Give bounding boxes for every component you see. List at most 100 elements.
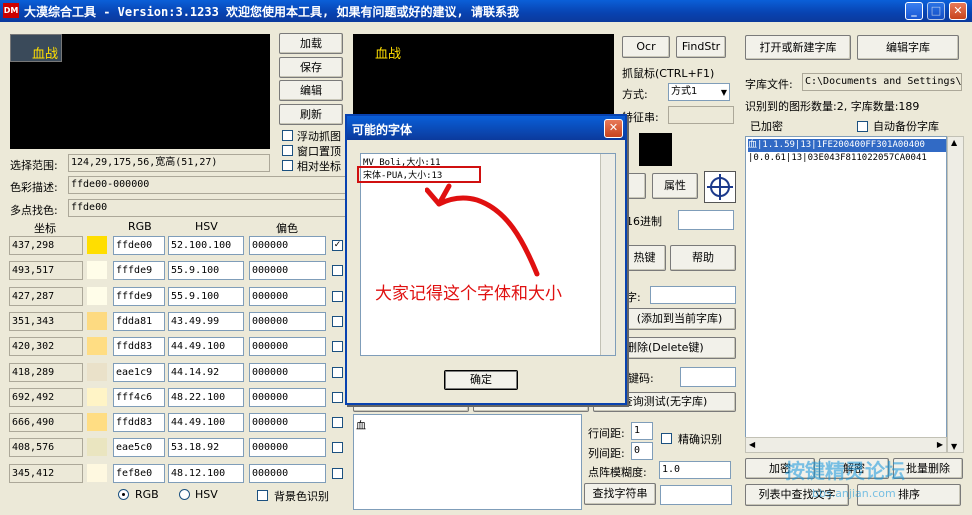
offset-cell[interactable]: 000000 <box>249 463 326 483</box>
edit-lib-button[interactable]: 编辑字库 <box>857 35 959 60</box>
list-item[interactable]: 血|1.1.59|13|1FE200400FF301A00400 <box>748 139 946 152</box>
offset-cell[interactable]: 000000 <box>249 311 326 331</box>
chevron-down-icon: ▼ <box>720 88 727 97</box>
hsv-cell[interactable]: 48.12.100 <box>168 463 244 483</box>
find-string-button[interactable]: 查找字符串 <box>584 483 656 505</box>
topmost-checkbox[interactable] <box>282 145 293 156</box>
char-label: 字: <box>626 291 641 304</box>
hsv-radio-label: HSV <box>195 488 218 501</box>
row-checkbox[interactable] <box>332 442 343 454</box>
feature-field <box>668 106 734 124</box>
hotkey-button[interactable]: 热键 <box>623 245 666 271</box>
rgb-cell[interactable]: fef8e0 <box>113 463 165 483</box>
char-field[interactable] <box>650 286 736 304</box>
rgb-cell[interactable]: fff4c6 <box>113 387 165 407</box>
minimize-button[interactable]: _ <box>905 2 923 20</box>
row-checkbox[interactable] <box>332 315 343 327</box>
relative-coords-label: 相对坐标 <box>297 160 341 173</box>
fuzzy-field[interactable]: 1.0 <box>659 461 731 479</box>
ok-button[interactable]: 确定 <box>444 370 518 390</box>
offset-cell[interactable]: 000000 <box>249 387 326 407</box>
range-field: 124,29,175,56,宽高(51,27) <box>68 154 270 172</box>
offset-cell[interactable]: 000000 <box>249 337 326 357</box>
hsv-radio[interactable] <box>179 489 190 500</box>
mode-select[interactable]: 方式1 ▼ <box>668 83 730 101</box>
hsv-cell[interactable]: 44.14.92 <box>168 362 244 382</box>
ocr-button[interactable]: Ocr <box>622 36 670 58</box>
offset-cell[interactable]: 000000 <box>249 438 326 458</box>
coord-cell: 418,289 <box>9 362 83 382</box>
hsv-cell[interactable]: 52.100.100 <box>168 236 244 255</box>
offset-cell[interactable]: 000000 <box>249 286 326 306</box>
row-checkbox[interactable] <box>332 391 343 403</box>
add-to-lib-button[interactable]: (添加到当前字库) <box>623 308 736 330</box>
rgb-cell[interactable]: eae1c9 <box>113 362 165 382</box>
rgb-cell[interactable]: ffdd83 <box>113 337 165 357</box>
line-gap-field[interactable]: 1 <box>631 422 653 440</box>
keycode-field[interactable] <box>680 367 736 387</box>
find-string-field[interactable] <box>660 485 732 505</box>
attribute-button[interactable]: 属性 <box>652 173 698 199</box>
exact-recognize-checkbox[interactable] <box>661 433 672 444</box>
fonts-scrollbar[interactable] <box>600 154 615 355</box>
rgb-cell[interactable]: ffdd83 <box>113 413 165 433</box>
rgb-cell[interactable]: ffde00 <box>113 236 165 255</box>
rgb-cell[interactable]: eae5c0 <box>113 438 165 458</box>
horizontal-scrollbar[interactable]: ◀ ▶ <box>745 437 947 453</box>
capture-preview-left[interactable]: 血战 <box>10 34 270 149</box>
save-button[interactable]: 保存 <box>279 57 343 78</box>
hex-field[interactable] <box>678 210 734 230</box>
bg-recognize-checkbox[interactable] <box>257 490 268 501</box>
offset-cell[interactable]: 000000 <box>249 413 326 433</box>
rgb-radio[interactable] <box>118 489 129 500</box>
row-checkbox[interactable] <box>332 417 343 429</box>
offset-cell[interactable]: 000000 <box>249 261 326 281</box>
annotation-text: 大家记得这个字体和大小 <box>375 284 562 304</box>
offset-cell[interactable]: 000000 <box>249 362 326 382</box>
multi-point-label: 多点找色: <box>10 204 58 217</box>
relative-coords-checkbox[interactable] <box>282 160 293 171</box>
rgb-cell[interactable]: fffde9 <box>113 286 165 306</box>
feature-label: 特征串: <box>622 111 659 124</box>
hsv-cell[interactable]: 53.18.92 <box>168 438 244 458</box>
edit-button[interactable]: 编辑 <box>279 80 343 101</box>
list-item[interactable]: |0.0.61|13|03E043F811022057CA0041 <box>748 152 946 165</box>
result-text-area[interactable]: 血 <box>353 414 582 510</box>
float-capture-checkbox[interactable] <box>282 130 293 141</box>
rgb-cell[interactable]: fffde9 <box>113 261 165 281</box>
delete-button[interactable]: 删除(Delete键) <box>623 337 736 359</box>
open-lib-button[interactable]: 打开或新建字库 <box>745 35 851 60</box>
row-checkbox[interactable] <box>332 265 343 277</box>
row-checkbox[interactable] <box>332 341 343 353</box>
row-checkbox[interactable]: ✓ <box>332 240 343 251</box>
maximize-button[interactable]: □ <box>927 2 945 20</box>
help-button[interactable]: 帮助 <box>670 245 736 271</box>
rgb-cell[interactable]: fdda81 <box>113 311 165 331</box>
close-button[interactable]: ✕ <box>949 2 967 20</box>
vertical-scrollbar[interactable]: ▲ ▼ <box>947 136 964 453</box>
row-checkbox[interactable] <box>332 467 343 479</box>
row-checkbox[interactable] <box>332 366 343 378</box>
hsv-cell[interactable]: 43.49.99 <box>168 311 244 331</box>
hsv-cell[interactable]: 55.9.100 <box>168 286 244 306</box>
load-button[interactable]: 加载 <box>279 33 343 54</box>
color-swatch <box>87 337 107 356</box>
col-gap-field[interactable]: 0 <box>631 442 653 460</box>
hsv-cell[interactable]: 44.49.100 <box>168 413 244 433</box>
crosshair-icon[interactable] <box>704 171 736 203</box>
findstr-button[interactable]: FindStr <box>676 36 726 58</box>
dialog-title: 可能的字体 <box>347 116 625 140</box>
coord-cell: 666,490 <box>9 413 83 433</box>
scroll-up-icon: ▲ <box>951 138 958 147</box>
refresh-button[interactable]: 刷新 <box>279 104 343 125</box>
lib-list[interactable]: 血|1.1.59|13|1FE200400FF301A00400 |0.0.61… <box>745 136 947 453</box>
hsv-cell[interactable]: 44.49.100 <box>168 337 244 357</box>
dialog-close-icon[interactable]: ✕ <box>604 119 623 138</box>
offset-cell[interactable]: 000000 <box>249 236 326 255</box>
auto-backup-checkbox[interactable] <box>857 121 868 132</box>
window-title: 大漠综合工具 - Version:3.1233 欢迎您使用本工具, 如果有问题或… <box>24 5 519 19</box>
preview-middle-text: 血战 <box>375 47 402 62</box>
row-checkbox[interactable] <box>332 290 343 302</box>
hsv-cell[interactable]: 55.9.100 <box>168 261 244 281</box>
hsv-cell[interactable]: 48.22.100 <box>168 387 244 407</box>
